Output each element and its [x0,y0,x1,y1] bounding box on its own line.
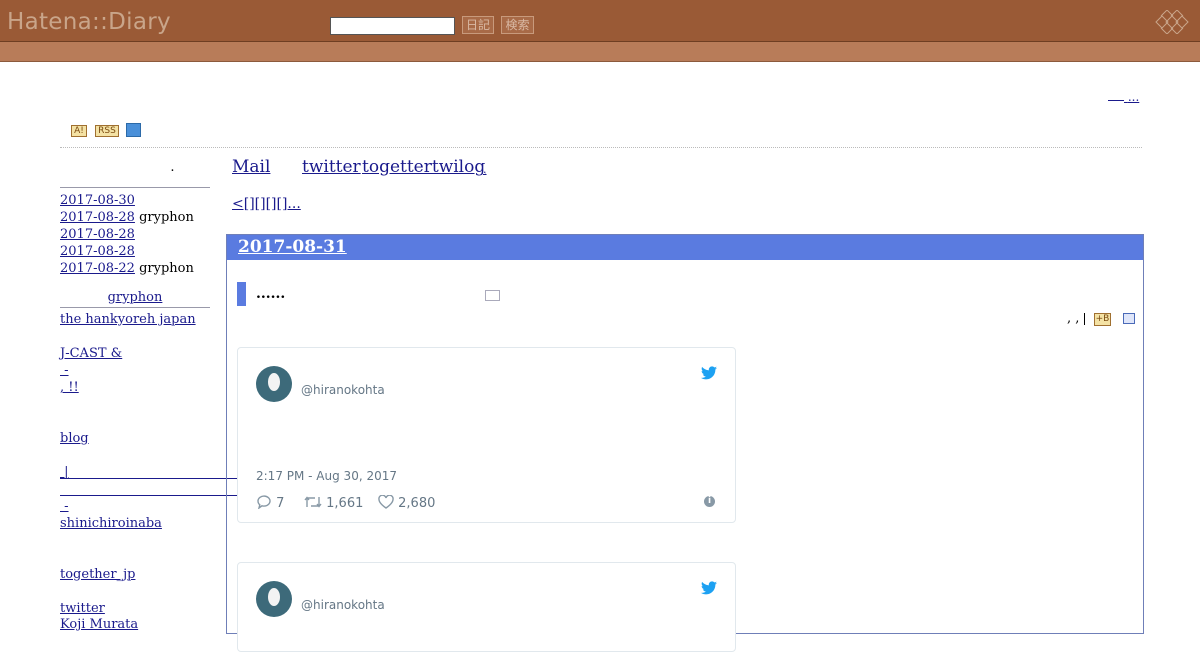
image-placeholder-icon [485,290,500,301]
sidebar-link[interactable]: , !! [60,380,114,395]
day-date-link[interactable]: 2017-08-31 [238,237,347,257]
mail-link[interactable]: Mail [232,157,302,177]
search-button[interactable]: 検索 [501,16,534,34]
reply-count: 7 [276,496,285,511]
togetter-link[interactable]: togettertwilog [362,157,485,177]
dot-link[interactable]: . [483,163,487,176]
breadcrumb[interactable]: <[][][][]... [232,196,376,212]
sidebar-link[interactable]: shinichiroinaba [60,516,192,531]
tweet-card[interactable]: @hiranokohta 2:17 PM - Aug 30, 2017 7 1,… [237,347,736,523]
twitter-bird-icon[interactable] [701,366,717,380]
sidebar-link[interactable]: J-CAST & [60,346,187,361]
antenna-badge[interactable]: A! [71,125,87,137]
avatar[interactable] [256,366,292,402]
recent-date-link[interactable]: 2017-08-28 [60,244,135,259]
twitter-icon[interactable] [126,123,141,137]
recent-extra: gryphon [134,261,194,276]
recent-date-link[interactable]: 2017-08-22 [60,261,135,276]
links-title-link[interactable]: gryphon [108,290,163,305]
links-title[interactable]: gryphon [60,290,210,305]
retweet-count: 1,661 [326,496,364,511]
section-title: ...... [256,286,286,302]
tweet-time[interactable]: 2:17 PM - Aug 30, 2017 [256,469,397,483]
reply-icon [257,495,271,510]
divider [60,147,1142,148]
twitter-bird-icon[interactable] [701,581,717,595]
recent-item[interactable]: 2017-08-30 [60,193,135,208]
comment-icon[interactable] [1123,313,1135,324]
sidebar-link[interactable]: blog [60,431,89,446]
nav-link-blank[interactable] [489,157,527,175]
sidebar-link-blank[interactable] [60,448,118,462]
reply-stat[interactable]: 7 [256,495,284,511]
like-stat[interactable]: 2,680 [378,494,436,511]
hatena-pattern-icon [1155,10,1189,34]
sidebar-link[interactable]: - [60,499,124,514]
section-meta: , , [1067,311,1085,326]
recent-item[interactable]: 2017-08-22 gryphon [60,261,194,276]
top-right-dots: ... [1127,90,1140,104]
recent-item[interactable]: 2017-08-28 [60,227,135,242]
tweet-card[interactable]: @hiranokohta [237,562,736,652]
search-input[interactable] [330,17,455,35]
tweet-handle[interactable]: @hiranokohta [301,598,385,612]
day-header: 2017-08-31 [227,235,1143,260]
diary-button[interactable]: 日記 [462,16,494,34]
like-count: 2,680 [398,496,436,511]
recent-extra: gryphon [134,210,194,225]
sidebar-rule [60,187,210,188]
day-entry: 2017-08-31 ...... , , +B @hiranokohta 2:… [226,234,1144,652]
recent-date-link[interactable]: 2017-08-28 [60,210,135,225]
hatena-bookmark-icon[interactable]: +B [1094,313,1111,326]
sidebar-link[interactable]: together_jp [60,567,135,582]
header-bar [0,0,1200,42]
sidebar-title: . [170,160,175,175]
info-icon[interactable]: i [704,496,715,507]
avatar[interactable] [256,581,292,617]
site-logo[interactable]: Hatena::Diary [7,9,171,35]
rss-badge[interactable]: RSS [95,125,119,137]
recent-date-link[interactable]: 2017-08-28 [60,227,135,242]
section-marker [237,282,246,306]
header-subbar [0,42,1200,62]
top-right-link[interactable]: ... [1108,90,1139,104]
sidebar-link[interactable]: the hankyoreh japan [60,312,196,327]
tweet-handle[interactable]: @hiranokohta [301,383,385,397]
sidebar-link-blank[interactable] [60,584,106,598]
sidebar-rule [60,307,210,308]
recent-item[interactable]: 2017-08-28 gryphon [60,210,194,225]
retweet-icon [304,496,322,508]
retweet-stat[interactable]: 1,661 [304,495,363,511]
recent-item[interactable]: 2017-08-28 [60,244,135,259]
sidebar-link[interactable]: twitter [60,601,105,616]
heart-icon [378,494,394,509]
sidebar-link-blank[interactable] [60,414,90,428]
sidebar-link[interactable]: - [60,363,94,378]
recent-date-link[interactable]: 2017-08-30 [60,193,135,208]
twitter-link[interactable]: twitter [302,157,361,177]
sidebar-link-blank[interactable] [60,329,184,343]
meta-text: , , [1067,311,1080,326]
